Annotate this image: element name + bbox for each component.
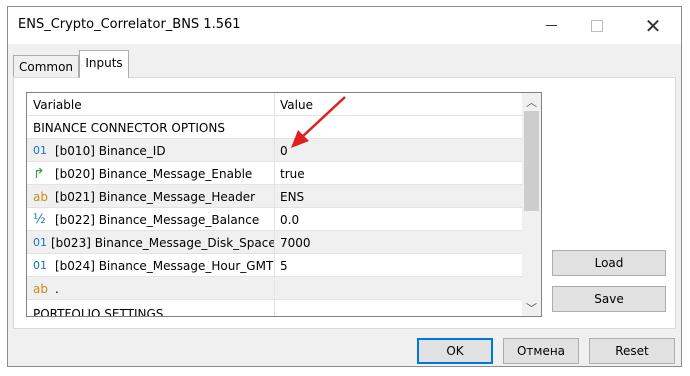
tab-inputs[interactable]: Inputs xyxy=(79,50,129,78)
